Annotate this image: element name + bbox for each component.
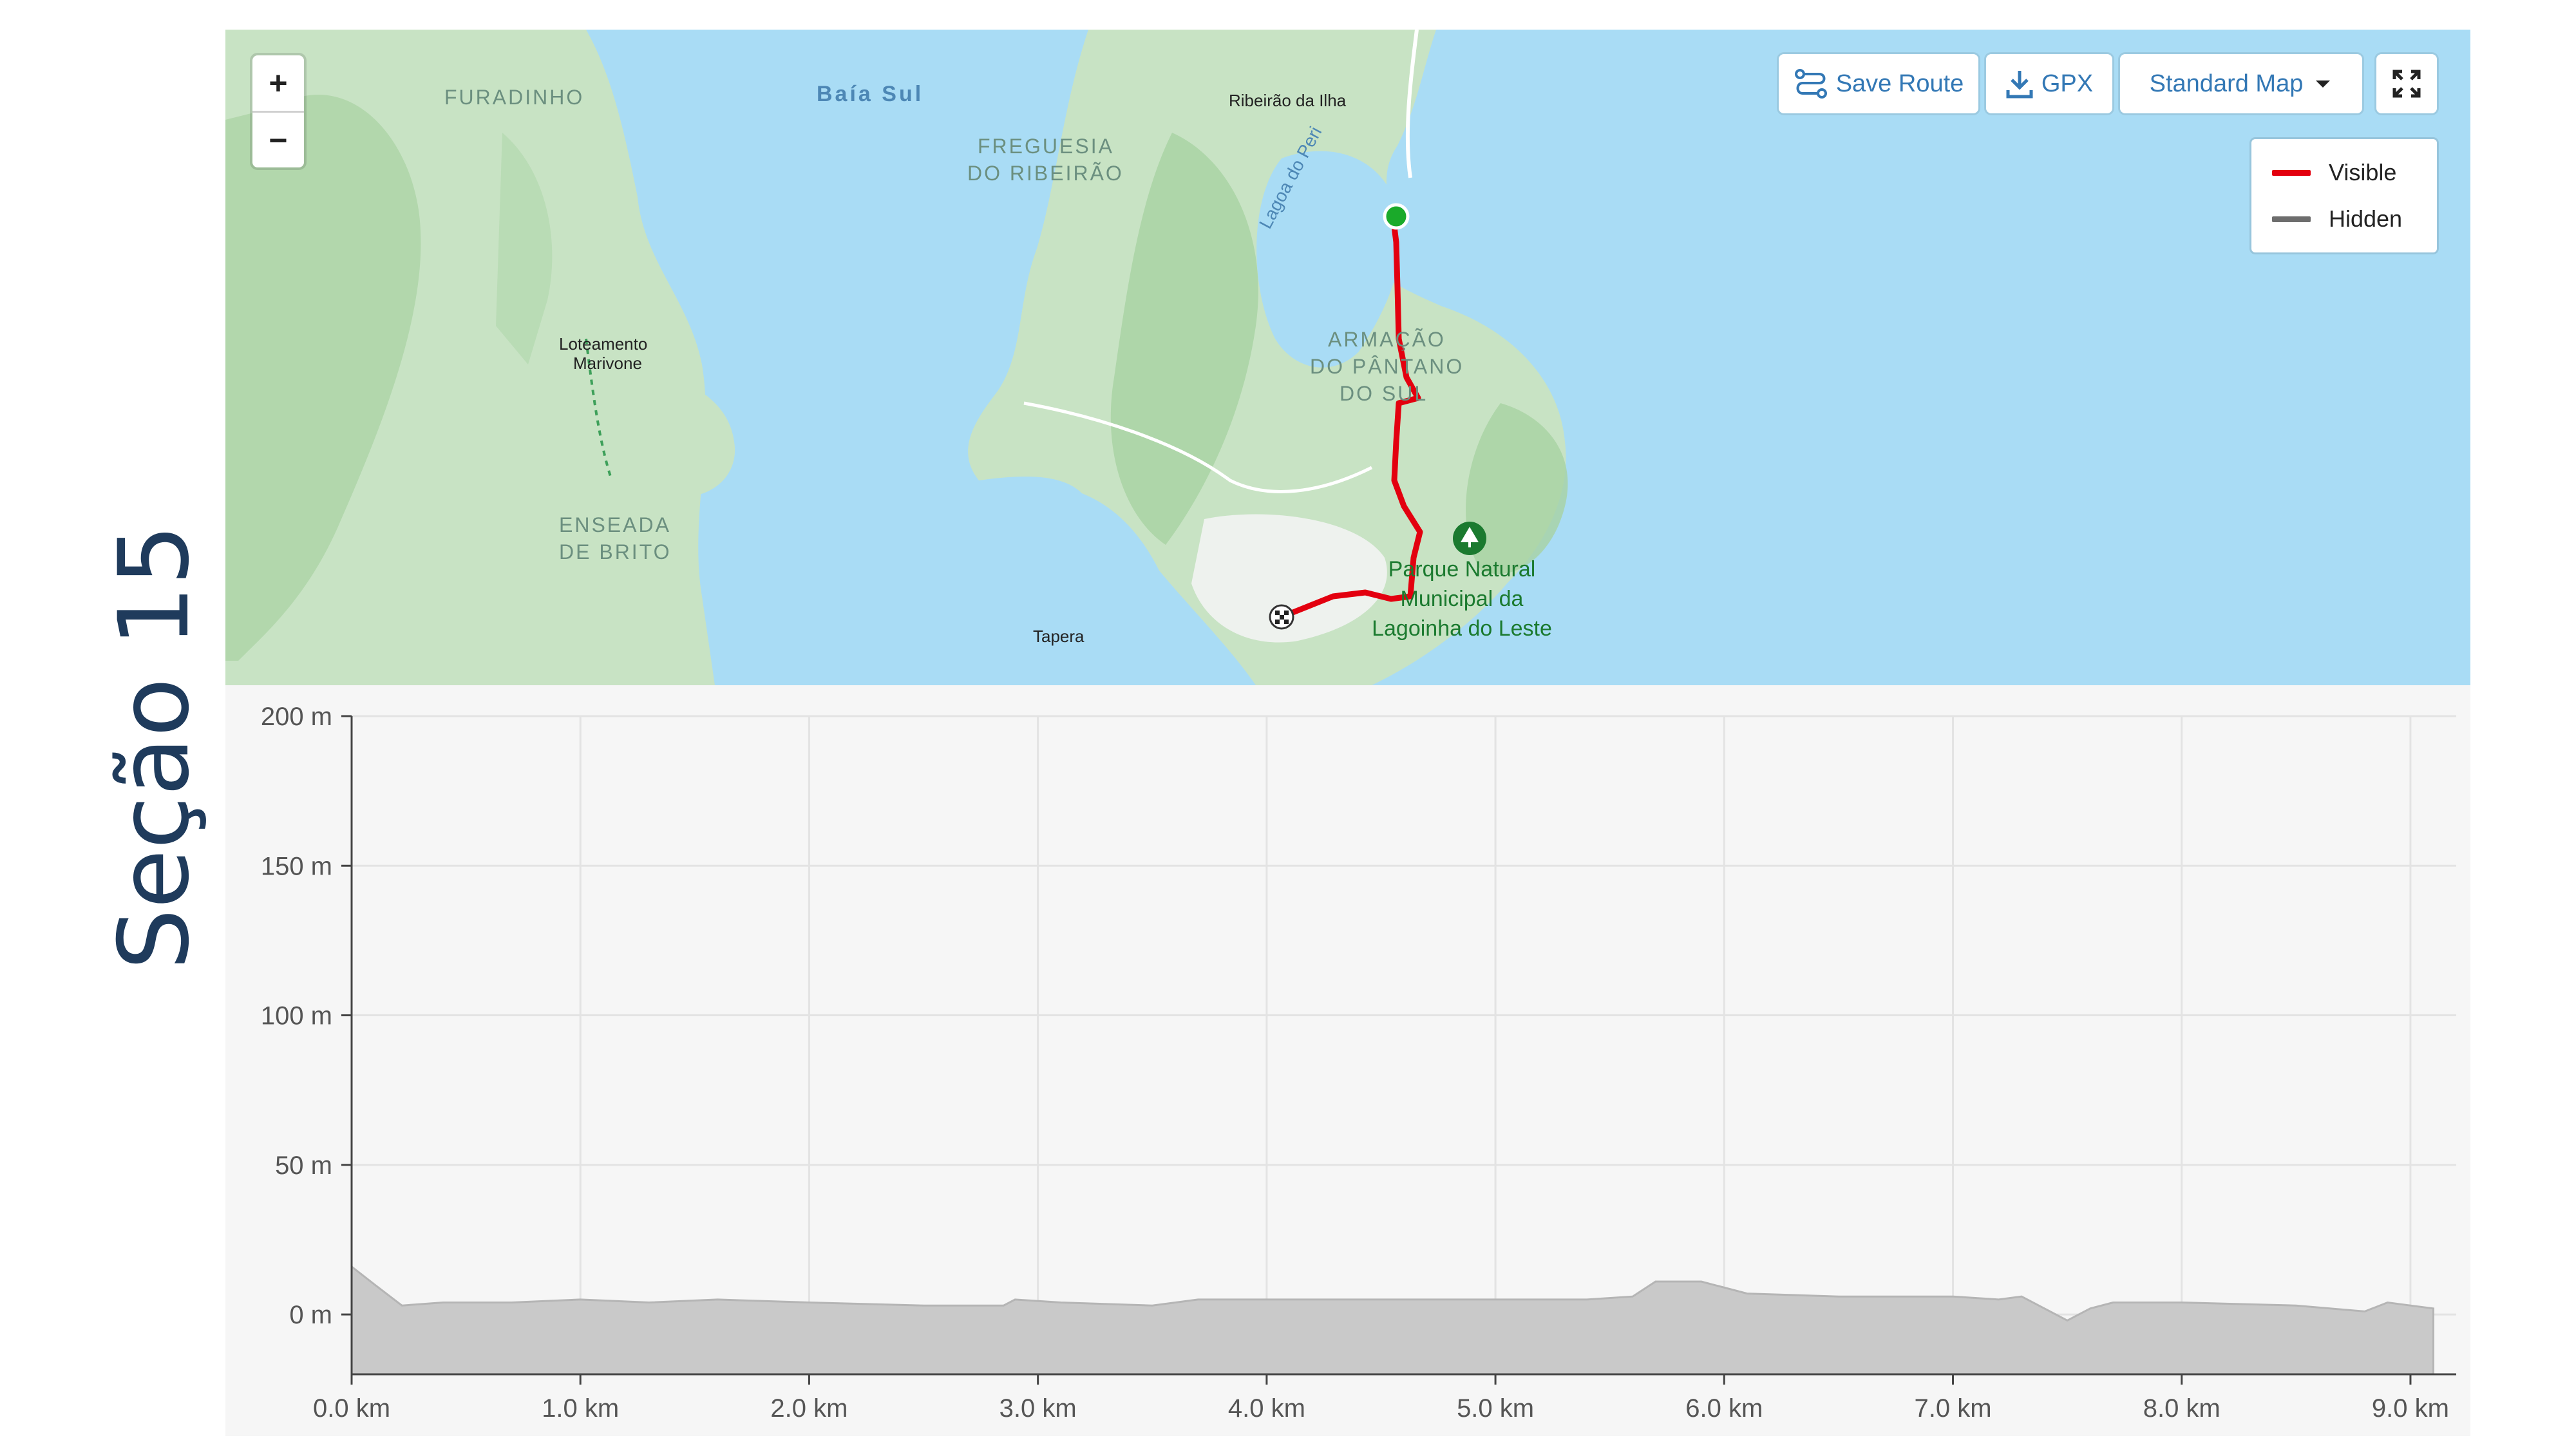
y-tick-label-1: 50 m bbox=[275, 1151, 332, 1180]
legend-visible[interactable]: Visible bbox=[2272, 153, 2396, 192]
download-icon bbox=[2006, 71, 2033, 99]
x-tick-label-3: 3.0 km bbox=[999, 1394, 1077, 1423]
section-title: Seção 15 bbox=[99, 524, 211, 971]
gpx-download-button[interactable]: GPX bbox=[1986, 54, 2112, 113]
x-tick-label-2: 2.0 km bbox=[770, 1394, 848, 1423]
legend-hidden[interactable]: Hidden bbox=[2272, 200, 2402, 238]
x-tick-label-7: 7.0 km bbox=[1914, 1394, 1991, 1423]
save-route-button[interactable]: Save Route bbox=[1779, 54, 1978, 113]
park-icon bbox=[1453, 522, 1486, 555]
label-parque-1: Parque Natural bbox=[1388, 557, 1536, 582]
label-freguesia-2: DO RIBEIRÃO bbox=[967, 162, 1124, 185]
label-enseada-2: DE BRITO bbox=[559, 540, 672, 564]
x-tick-label-6: 6.0 km bbox=[1685, 1394, 1763, 1423]
zoom-control: + − bbox=[252, 55, 304, 167]
fullscreen-button[interactable] bbox=[2376, 54, 2437, 113]
route-icon bbox=[1794, 69, 1827, 99]
label-armacao-3: DO SUL bbox=[1340, 382, 1428, 405]
legend-visible-swatch bbox=[2272, 169, 2311, 176]
label-loteamento-2: Marivone bbox=[573, 354, 642, 373]
legend-hidden-label: Hidden bbox=[2329, 205, 2403, 232]
elevation-chart[interactable]: 0 m 50 m 100 m 150 m 200 m 0.0 km 1.0 km 2.0 km… bbox=[225, 685, 2470, 1436]
x-tick-label-0: 0.0 km bbox=[313, 1394, 390, 1423]
label-ribeirao: Ribeirão da Ilha bbox=[1229, 91, 1347, 110]
y-tick-label-0: 0 m bbox=[289, 1301, 332, 1329]
finish-marker[interactable] bbox=[1269, 604, 1294, 630]
y-tick-label-4: 200 m bbox=[261, 703, 332, 731]
zoom-out-button[interactable]: − bbox=[252, 111, 304, 168]
x-tick-label-5: 5.0 km bbox=[1457, 1394, 1534, 1423]
label-furadinho: FURADINHO bbox=[444, 86, 585, 109]
x-tick-label-4: 4.0 km bbox=[1228, 1394, 1305, 1423]
save-route-label: Save Route bbox=[1835, 70, 1964, 97]
elevation-chart-svg: 0 m 50 m 100 m 150 m 200 m 0.0 km 1.0 km 2.0 km… bbox=[261, 703, 2456, 1423]
label-parque-3: Lagoinha do Leste bbox=[1372, 616, 1552, 641]
elevation-area[interactable] bbox=[350, 1264, 2434, 1376]
expand-icon bbox=[2392, 70, 2421, 98]
x-tick-label-9: 9.0 km bbox=[2372, 1394, 2449, 1423]
caret-down-icon bbox=[2316, 80, 2331, 88]
gpx-label: GPX bbox=[2041, 70, 2094, 97]
x-tick-label-8: 8.0 km bbox=[2143, 1394, 2221, 1423]
label-loteamento-1: Loteamento bbox=[559, 334, 648, 354]
route-legend: Visible Hidden bbox=[2251, 139, 2437, 252]
legend-hidden-swatch bbox=[2272, 216, 2311, 222]
label-freguesia-1: FREGUESIA bbox=[978, 135, 1114, 158]
label-tapera: Tapera bbox=[1033, 627, 1084, 646]
zoom-in-button[interactable]: + bbox=[252, 55, 304, 111]
map-view[interactable]: FURADINHO Baía Sul FREGUESIA DO RIBEIRÃO… bbox=[225, 30, 2470, 685]
label-parque-2: Municipal da bbox=[1400, 587, 1524, 611]
label-armacao-1: ARMAÇÃO bbox=[1328, 328, 1446, 351]
label-baia-sul: Baía Sul bbox=[817, 82, 924, 106]
label-enseada-1: ENSEADA bbox=[559, 513, 671, 536]
label-armacao-2: DO PÂNTANO bbox=[1310, 355, 1464, 378]
y-tick-label-2: 100 m bbox=[261, 1002, 332, 1030]
legend-visible-label: Visible bbox=[2329, 159, 2397, 185]
start-marker[interactable] bbox=[1383, 203, 1410, 230]
x-tick-label-1: 1.0 km bbox=[542, 1394, 619, 1423]
y-tick-label-3: 150 m bbox=[261, 852, 332, 880]
map-style-dropdown[interactable]: Standard Map bbox=[2120, 54, 2362, 113]
map-style-label: Standard Map bbox=[2149, 70, 2304, 97]
